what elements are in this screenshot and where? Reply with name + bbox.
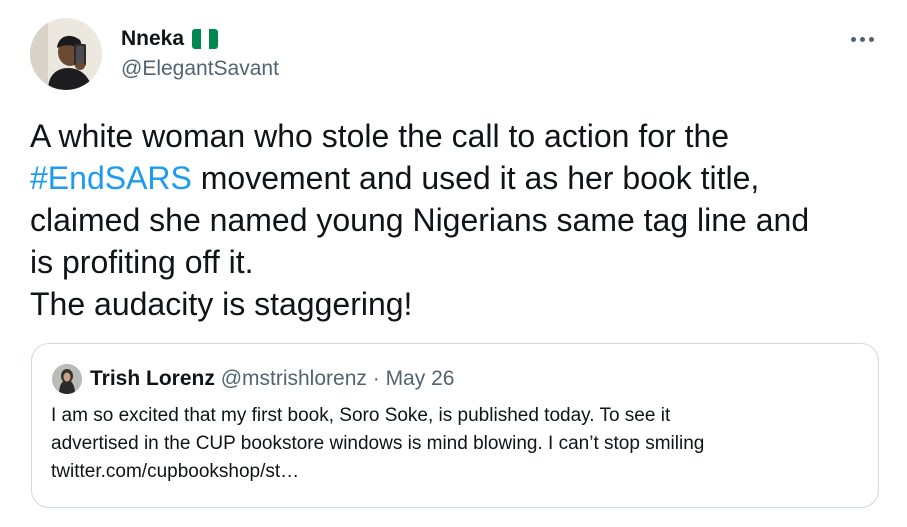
author-name-row[interactable]: Nneka — [121, 26, 219, 52]
more-horizontal-icon — [850, 36, 856, 42]
author-handle[interactable]: @ElegantSavant — [121, 56, 279, 82]
tweet-text-line: A white woman who stole the call to acti… — [30, 118, 730, 154]
quoted-author-handle: @mstrishlorenz — [220, 367, 367, 390]
nigeria-flag-icon — [192, 29, 219, 49]
quoted-author-name: Trish Lorenz — [90, 367, 215, 390]
quoted-author-avatar — [52, 364, 82, 394]
separator-dot: · — [366, 367, 386, 390]
quoted-tweet-header: Trish Lorenz @mstrishlorenz · May 26 — [90, 366, 454, 392]
quoted-tweet-text: I am so excited that my first book, Soro… — [51, 402, 866, 486]
quoted-tweet[interactable]: Trish Lorenz @mstrishlorenz · May 26 I a… — [31, 343, 879, 508]
tweet-text-line: claimed she named young Nigerians same t… — [30, 202, 810, 238]
quoted-text-line: I am so excited that my first book, Soro… — [51, 405, 671, 426]
author-avatar[interactable] — [30, 18, 102, 90]
tweet-text-line: #EndSARS movement and used it as her boo… — [30, 157, 890, 199]
more-options-button[interactable] — [845, 26, 879, 52]
tweet-text: A white woman who stole the call to acti… — [30, 115, 890, 325]
hashtag-link[interactable]: #EndSARS — [30, 160, 192, 196]
tweet-text-fragment: movement and used it as her book title, — [191, 160, 760, 196]
avatar-image — [30, 18, 102, 90]
tweet-text-line: is profiting off it. — [30, 244, 254, 280]
quoted-text-line: advertised in the CUP bookstore windows … — [51, 433, 705, 454]
author-name[interactable]: Nneka — [121, 26, 184, 52]
tweet-text-line: The audacity is staggering! — [30, 286, 413, 322]
quoted-link-text: twitter.com/cupbookshop/st… — [51, 461, 300, 482]
tweet-card: Nneka @ElegantSavant A white woman who s… — [0, 0, 907, 527]
quoted-avatar-image — [52, 364, 82, 394]
quoted-tweet-date: May 26 — [385, 367, 455, 390]
